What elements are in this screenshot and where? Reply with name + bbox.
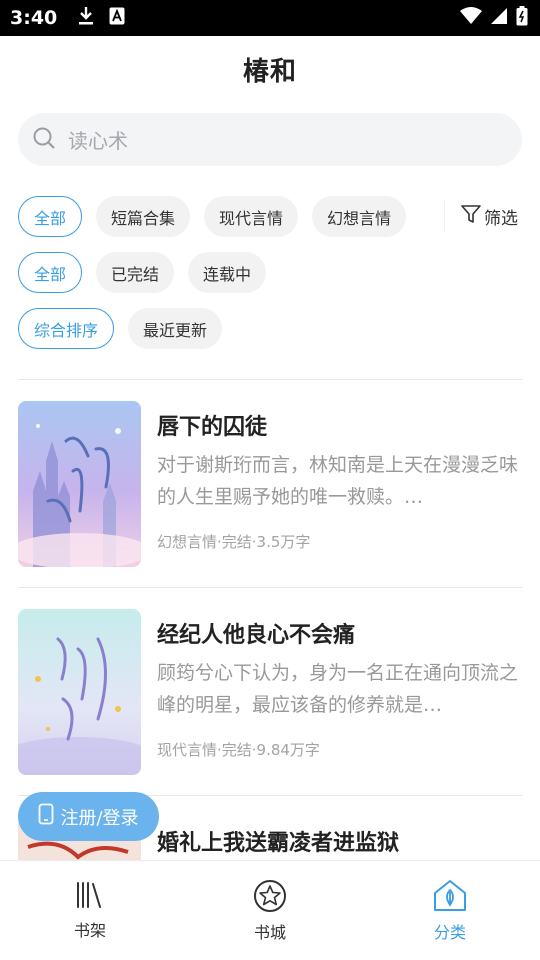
search-input[interactable]: 读心术 [68, 125, 128, 154]
font-app-icon [109, 7, 125, 29]
tab-category[interactable]: 分类 [360, 861, 540, 960]
book-item[interactable]: 经纪人他良心不会痛 顾筠兮心下认为，身为一名正在通向顶流之峰的明星，最应该备的修… [18, 609, 522, 775]
category-filter-row: 全部 短篇合集 现代言情 幻想言情 [18, 196, 407, 237]
book-item[interactable]: 唇下的囚徒 对于谢斯珩而言，林知南是上天在漫漫乏味的人生里赐予她的唯一救赎。… … [18, 401, 522, 567]
book-description: 对于谢斯珩而言，林知南是上天在漫漫乏味的人生里赐予她的唯一救赎。… [157, 454, 519, 508]
filter-label: 筛选 [484, 209, 518, 229]
filter-divider [444, 200, 445, 232]
tab-bookshelf[interactable]: 书架 [0, 861, 180, 960]
divider [18, 379, 522, 380]
chip-sort-comprehensive[interactable]: 综合排序 [18, 308, 115, 349]
chip-category-modern[interactable]: 现代言情 [204, 196, 299, 237]
app-bar: 椿和 [0, 36, 540, 102]
sort-row: 综合排序 最近更新 [18, 308, 223, 349]
chip-category-short[interactable]: 短篇合集 [96, 196, 191, 237]
battery-icon [516, 6, 528, 30]
phone-icon [38, 803, 54, 830]
login-register-button[interactable]: 注册/登录 [18, 792, 159, 841]
chip-status-all[interactable]: 全部 [18, 252, 83, 293]
tab-bookstore[interactable]: 书城 [180, 861, 360, 960]
book-meta: 现代言情·完结·9.84万字 [157, 741, 320, 759]
bookstore-icon [253, 879, 287, 917]
bookshelf-icon [74, 879, 106, 915]
chip-category-all[interactable]: 全部 [18, 196, 83, 237]
book-cover [18, 609, 141, 775]
status-bar: 3:40 [0, 0, 540, 36]
tab-label: 分类 [433, 923, 466, 942]
book-cover [18, 401, 141, 567]
signal-icon [490, 7, 508, 29]
page-title: 椿和 [242, 56, 297, 87]
book-title: 唇下的囚徒 [157, 415, 268, 440]
search-bar[interactable]: 读心术 [18, 113, 522, 166]
chip-status-completed[interactable]: 已完结 [96, 252, 175, 293]
book-title: 经纪人他良心不会痛 [157, 623, 356, 648]
chip-status-ongoing[interactable]: 连载中 [188, 252, 267, 293]
wifi-icon [460, 7, 482, 29]
funnel-icon [460, 203, 482, 230]
chip-category-fantasy[interactable]: 幻想言情 [312, 196, 407, 237]
category-icon [433, 879, 467, 917]
tab-label: 书架 [73, 921, 106, 940]
download-icon [77, 6, 95, 30]
bottom-tab-bar: 书架 书城 分类 [0, 860, 540, 960]
chip-sort-recent[interactable]: 最近更新 [128, 308, 223, 349]
login-register-label: 注册/登录 [60, 807, 139, 829]
search-icon [32, 126, 56, 154]
status-time: 3:40 [10, 7, 58, 29]
filter-button[interactable]: 筛选 [460, 196, 518, 237]
book-meta: 幻想言情·完结·3.5万字 [157, 533, 311, 551]
tab-label: 书城 [253, 923, 286, 942]
divider [18, 587, 522, 588]
book-title: 婚礼上我送霸凌者进监狱 [157, 831, 400, 856]
status-filter-row: 全部 已完结 连载中 [18, 252, 267, 293]
book-description: 顾筠兮心下认为，身为一名正在通向顶流之峰的明星，最应该备的修养就是… [157, 662, 519, 716]
